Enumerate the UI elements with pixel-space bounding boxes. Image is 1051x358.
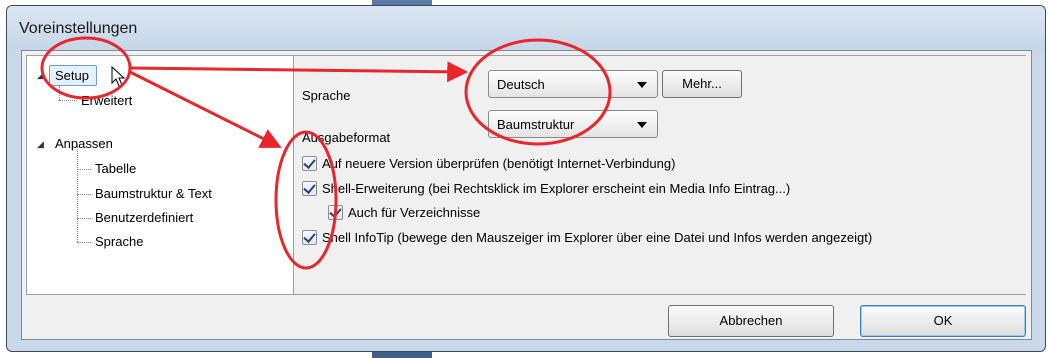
check-updates-label: Auf neuere Version überprüfen (benötigt … bbox=[322, 156, 676, 171]
language-select-value: Deutsch bbox=[497, 77, 545, 92]
tree-item-sprache[interactable]: Sprache bbox=[95, 234, 143, 249]
tree-item-anpassen[interactable]: Anpassen bbox=[55, 136, 113, 151]
output-format-select-value: Baumstruktur bbox=[497, 117, 575, 132]
preferences-dialog: Voreinstellungen ◢ Setup Erweitert ◢ Anp… bbox=[6, 5, 1046, 352]
mouse-cursor-icon bbox=[111, 66, 126, 87]
chevron-down-icon bbox=[637, 122, 647, 128]
more-languages-button[interactable]: Mehr... bbox=[662, 70, 742, 98]
shell-extension-label: Shell-Erweiterung (bei Rechtsklick im Ex… bbox=[322, 181, 791, 196]
check-updates-checkbox[interactable] bbox=[302, 156, 317, 171]
tree-item-erweitert[interactable]: Erweitert bbox=[81, 93, 132, 108]
tree-item-tabelle[interactable]: Tabelle bbox=[95, 161, 136, 176]
output-format-select[interactable]: Baumstruktur bbox=[488, 110, 658, 138]
title-bar[interactable]: Voreinstellungen bbox=[7, 6, 1045, 50]
settings-panel: Sprache Deutsch Mehr... Ausgabeformat Ba… bbox=[294, 55, 1026, 295]
dialog-client-area: ◢ Setup Erweitert ◢ Anpassen Tabelle Bau… bbox=[21, 50, 1032, 340]
language-label: Sprache bbox=[302, 88, 351, 103]
tree-item-label: Setup bbox=[55, 68, 89, 83]
shell-extension-checkbox[interactable] bbox=[302, 181, 317, 196]
settings-tree: ◢ Setup Erweitert ◢ Anpassen Tabelle Bau… bbox=[26, 55, 294, 295]
tree-item-benutzerdefiniert[interactable]: Benutzerdefiniert bbox=[95, 210, 193, 225]
folders-checkbox[interactable] bbox=[328, 205, 343, 220]
expand-arrow-icon[interactable]: ◢ bbox=[37, 70, 44, 81]
window-title: Voreinstellungen bbox=[19, 20, 138, 37]
tree-item-baumstruktur-text[interactable]: Baumstruktur & Text bbox=[95, 186, 212, 201]
output-format-label: Ausgabeformat bbox=[302, 130, 391, 145]
chevron-down-icon bbox=[637, 82, 647, 88]
language-select[interactable]: Deutsch bbox=[488, 70, 658, 98]
shell-infotip-checkbox[interactable] bbox=[302, 230, 317, 245]
expand-arrow-icon[interactable]: ◢ bbox=[37, 139, 44, 150]
cancel-button[interactable]: Abbrechen bbox=[668, 305, 834, 337]
folders-label: Auch für Verzeichnisse bbox=[348, 205, 481, 220]
shell-infotip-label: Shell InfoTip (bewege den Mauszeiger im … bbox=[322, 230, 873, 245]
ok-button[interactable]: OK bbox=[860, 305, 1026, 337]
